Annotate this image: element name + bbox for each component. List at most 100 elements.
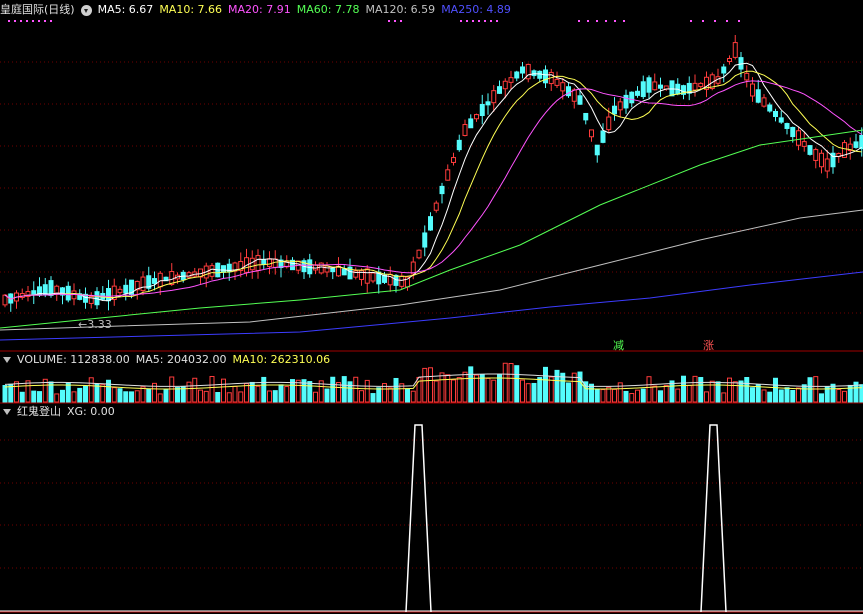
volume-bar: [186, 381, 192, 403]
volume-bar: [238, 391, 244, 403]
candle-body: [778, 117, 784, 123]
volume-bar: [376, 387, 382, 403]
collapse-triangle-icon[interactable]: [3, 357, 11, 363]
volume-bar: [537, 377, 543, 403]
candle-body: [221, 265, 226, 273]
volume-bar: [267, 390, 272, 403]
low-price-marker: ←3.33: [78, 318, 112, 331]
volume-bar: [307, 381, 313, 403]
candle-body: [272, 258, 278, 268]
candle-body: [428, 216, 433, 231]
candle-body: [422, 232, 428, 248]
volume-bar: [790, 389, 796, 403]
candle-body: [399, 275, 405, 287]
signal-dot: [596, 20, 598, 22]
collapse-triangle-icon[interactable]: [3, 409, 11, 415]
volume-bar: [675, 388, 681, 403]
candle-body: [54, 285, 60, 294]
volume-bar: [612, 388, 617, 403]
volume-bar: [692, 375, 698, 403]
candle-body: [853, 141, 859, 148]
candle-body: [589, 129, 594, 138]
volume-bar: [140, 386, 146, 403]
candle-body: [635, 90, 640, 96]
volume-bar: [54, 393, 60, 403]
volume-bar: [842, 390, 847, 403]
volume-bar: [111, 387, 117, 403]
candle-body: [750, 83, 755, 97]
candle-body: [617, 101, 623, 111]
volume-bar: [663, 384, 669, 403]
volume-bar: [646, 376, 652, 403]
ma20-line: [4, 80, 863, 300]
volume-bar: [773, 377, 778, 403]
volume-bar: [566, 382, 571, 403]
volume-bar: [727, 377, 732, 403]
volume-bar: [83, 385, 88, 403]
candle-body: [157, 272, 163, 288]
candle-body: [502, 80, 508, 90]
volume-bar: [474, 374, 479, 403]
signal-dot: [478, 20, 480, 22]
candle-body: [623, 94, 629, 109]
volume-bar: [554, 369, 560, 403]
signal-dot: [50, 20, 52, 22]
signal-dot: [484, 20, 486, 22]
signal-dot: [578, 20, 580, 22]
candle-body: [497, 86, 502, 94]
candle-body: [744, 72, 750, 81]
candle-body: [824, 158, 830, 172]
volume-bar: [359, 390, 364, 403]
volume-bar: [594, 389, 600, 403]
volume-bar: [681, 375, 686, 403]
candle-body: [474, 114, 479, 120]
candle-body: [640, 81, 646, 98]
volume-bar: [485, 377, 491, 403]
volume-bar: [123, 391, 129, 403]
volume-bar: [410, 390, 416, 403]
volume-bar: [2, 385, 8, 403]
indicator-title[interactable]: 红鬼登山: [17, 405, 61, 418]
signal-dot: [623, 20, 625, 22]
candle-body: [451, 157, 456, 163]
candle-body: [324, 265, 330, 273]
volume-bar: [117, 388, 123, 403]
candle-body: [520, 66, 525, 74]
candle-body: [508, 77, 514, 83]
candle-body: [571, 89, 577, 102]
volume-bar: [65, 382, 71, 403]
volume-bar: [313, 391, 318, 403]
volume-bar: [244, 383, 249, 403]
candle-body: [543, 69, 548, 84]
kline-chart-canvas[interactable]: [0, 0, 863, 614]
candle-body: [554, 78, 560, 86]
candle-body: [669, 80, 675, 97]
xg-signal-spike: [700, 424, 727, 613]
signal-dot: [14, 20, 16, 22]
volume-bar: [767, 391, 773, 403]
volume-bar: [169, 376, 175, 403]
candle-body: [31, 290, 37, 295]
volume-bar: [520, 379, 525, 403]
volume-ma5: MA5: 204032.00: [135, 353, 227, 366]
volume-bar: [232, 385, 238, 403]
candle-body: [560, 82, 566, 92]
volume-bar: [491, 379, 497, 403]
candle-body: [261, 259, 267, 265]
candle-body: [652, 81, 658, 91]
volume-bar: [272, 390, 278, 403]
candle-body: [773, 110, 778, 118]
candle-body: [209, 265, 215, 277]
volume-bar: [31, 390, 37, 403]
signal-dot: [38, 20, 40, 22]
volume-bar: [801, 384, 807, 403]
volume-bar: [721, 392, 727, 403]
volume-bar: [606, 386, 612, 403]
candle-body: [255, 255, 261, 271]
volume-title[interactable]: VOLUME: 112838.00: [17, 353, 130, 366]
volume-bar: [686, 384, 692, 403]
signal-dot: [702, 20, 704, 22]
volume-ma10: MA10: 262310.06: [232, 353, 331, 366]
volume-bar: [88, 377, 94, 403]
candle-body: [801, 141, 807, 147]
